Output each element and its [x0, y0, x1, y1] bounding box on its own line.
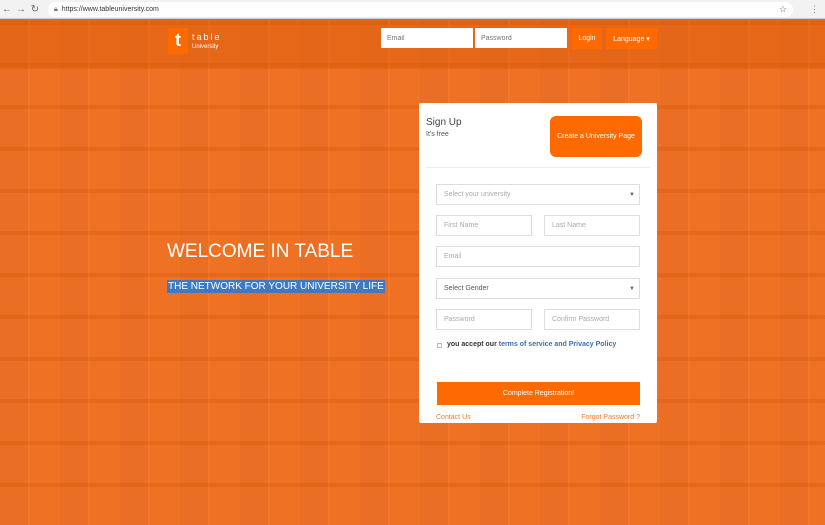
password-input[interactable]: Password: [436, 309, 532, 330]
signup-subtitle: It's free: [426, 131, 449, 138]
welcome-title: WELCOME IN TABLE: [167, 241, 354, 262]
first-name-input[interactable]: First Name: [436, 215, 532, 236]
language-dropdown[interactable]: Language ▾: [606, 28, 657, 49]
page: t table University Login Language ▾ WELC…: [0, 19, 825, 525]
caret-down-icon: ▼: [629, 191, 635, 198]
divider: [426, 167, 650, 168]
terms-link[interactable]: terms of service and Privacy Policy: [499, 341, 617, 348]
create-university-page-button[interactable]: Create a University Page: [550, 116, 642, 157]
complete-registration-button[interactable]: Complete Registration!: [437, 382, 640, 405]
browser-toolbar: ← → ↻ 🔒︎ https://www.tableuniversity.com ☆…: [0, 0, 825, 19]
accept-text: you accept our: [447, 341, 499, 348]
university-placeholder: Select your university: [444, 191, 511, 198]
tagline: THE NETWORK FOR YOUR UNIVERSITY LIFE: [167, 280, 385, 293]
forward-icon[interactable]: →: [14, 4, 28, 15]
university-select[interactable]: Select your university ▼: [436, 184, 640, 205]
url-text: https://www.tableuniversity.com: [61, 6, 159, 13]
gender-select[interactable]: Select Gender ▼: [436, 278, 640, 299]
last-name-input[interactable]: Last Name: [544, 215, 640, 236]
star-icon[interactable]: ☆: [779, 4, 787, 15]
lock-icon: 🔒︎: [54, 5, 58, 13]
reload-icon[interactable]: ↻: [28, 4, 42, 15]
brand-name: table: [192, 32, 222, 42]
top-navbar: t table University Login Language ▾: [0, 19, 825, 69]
terms-label: you accept our terms of service and Priv…: [447, 341, 616, 348]
login-email-input[interactable]: [381, 28, 473, 48]
forgot-password-link[interactable]: Forgot Password ?: [581, 414, 640, 421]
address-bar[interactable]: 🔒︎ https://www.tableuniversity.com ☆: [48, 2, 793, 17]
gender-value: Select Gender: [444, 285, 489, 292]
logo[interactable]: t: [168, 28, 188, 54]
terms-checkbox[interactable]: [437, 343, 442, 348]
login-button[interactable]: Login: [572, 28, 602, 49]
back-icon[interactable]: ←: [0, 4, 14, 15]
menu-icon[interactable]: ⋮: [810, 4, 819, 15]
signup-title: Sign Up: [426, 117, 462, 128]
confirm-password-input[interactable]: Confirm Password: [544, 309, 640, 330]
login-password-input[interactable]: [475, 28, 567, 48]
brand-sub: University: [192, 44, 219, 50]
email-input[interactable]: Email: [436, 246, 640, 267]
signup-card: Sign Up It's free Create a University Pa…: [419, 103, 657, 423]
contact-us-link[interactable]: Contact Us: [436, 414, 471, 421]
caret-down-icon: ▼: [629, 285, 635, 292]
